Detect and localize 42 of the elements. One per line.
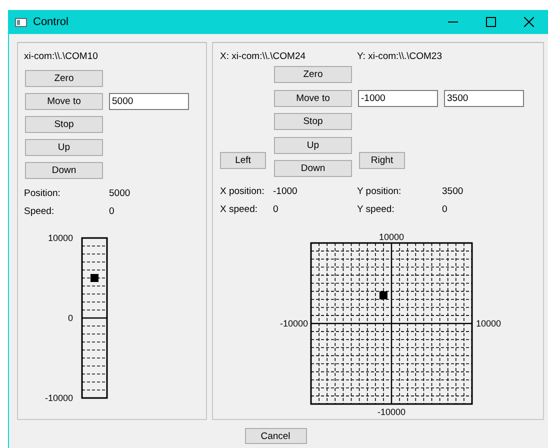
scale-label: 10000 bbox=[48, 233, 73, 243]
device-label: Y: xi-com:\\.\COM23 bbox=[357, 51, 443, 62]
command-button[interactable]: Move to bbox=[25, 93, 103, 110]
scale-label: -10000 bbox=[44, 393, 73, 403]
scale-label: 0 bbox=[68, 313, 73, 323]
command-button[interactable]: Zero bbox=[25, 70, 103, 87]
command-button[interactable]: Up bbox=[25, 139, 103, 156]
device-label: xi-com:\\.\COM10 bbox=[24, 51, 99, 62]
axis-label: 10000 bbox=[476, 318, 502, 328]
app-icon bbox=[15, 18, 27, 26]
command-button[interactable]: Down bbox=[25, 162, 103, 179]
readout-label: Y position: bbox=[357, 186, 402, 196]
readout-value: -1000 bbox=[273, 186, 298, 196]
direction-button[interactable]: Left bbox=[220, 152, 266, 168]
command-button[interactable]: Stop bbox=[274, 113, 352, 130]
target-input[interactable]: -1000 bbox=[358, 90, 438, 106]
readout-value: 0 bbox=[442, 204, 448, 214]
target-input[interactable]: 3500 bbox=[444, 90, 524, 106]
cancel-button[interactable]: Cancel bbox=[244, 428, 306, 444]
command-button[interactable]: Stop bbox=[25, 116, 103, 133]
command-button[interactable]: Move to bbox=[274, 90, 352, 106]
readout-label: X speed: bbox=[220, 204, 258, 214]
target-input[interactable]: 5000 bbox=[109, 93, 189, 110]
axis-label: 10000 bbox=[378, 232, 404, 242]
command-button[interactable]: Up bbox=[274, 136, 352, 154]
readout-label: Speed: bbox=[24, 206, 56, 217]
readout-value: 0 bbox=[273, 204, 280, 214]
readout-label: Y speed: bbox=[357, 204, 396, 214]
command-button[interactable]: Down bbox=[274, 160, 352, 177]
readout-value: 5000 bbox=[109, 188, 132, 199]
readout-label: Position: bbox=[24, 188, 62, 199]
device-label: X: xi-com:\\.\COM24 bbox=[220, 51, 307, 62]
axis-label: -10000 bbox=[280, 318, 308, 328]
readout-value: 3500 bbox=[442, 186, 464, 196]
readout-value: 0 bbox=[109, 206, 116, 217]
maximize-icon[interactable] bbox=[486, 17, 496, 27]
command-button[interactable]: Zero bbox=[274, 66, 352, 83]
readout-label: X position: bbox=[220, 186, 266, 196]
window-title: Control bbox=[33, 16, 70, 28]
direction-button[interactable]: Right bbox=[359, 152, 405, 168]
axis-label: -10000 bbox=[377, 406, 406, 416]
close-icon[interactable] bbox=[524, 17, 534, 27]
